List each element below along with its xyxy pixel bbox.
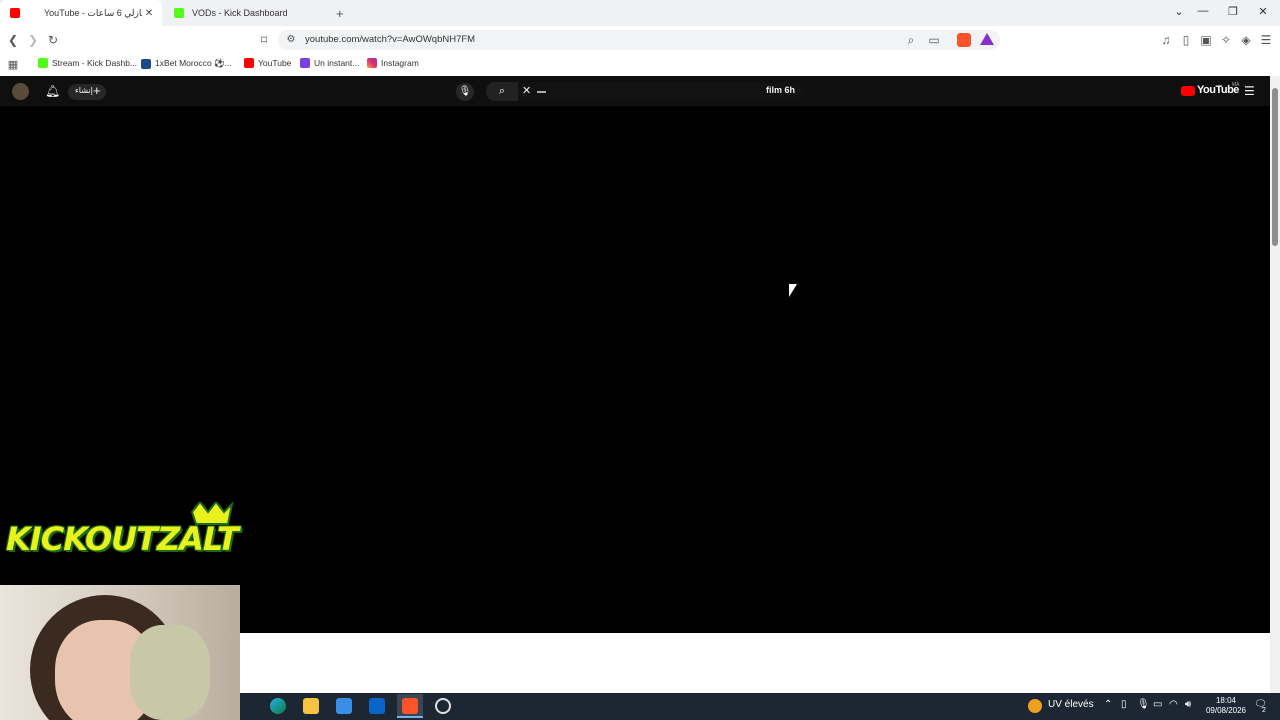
clock-date: 09/08/2026 bbox=[1205, 706, 1247, 715]
bookmark-label: YouTube bbox=[258, 58, 292, 68]
clear-search-icon[interactable]: ✕ bbox=[522, 84, 531, 97]
search-query: film 6h bbox=[765, 85, 795, 95]
restore-icon[interactable]: ❐ bbox=[1226, 5, 1240, 18]
notification-count: 2 bbox=[1262, 707, 1266, 714]
new-tab-button[interactable]: + bbox=[336, 6, 344, 21]
microphone-icon[interactable]: 🎙︎ bbox=[1137, 699, 1150, 710]
url-text[interactable]: youtube.com/watch?v=AwOWqbNH7FM bbox=[305, 34, 475, 45]
overlay-logo: KICKOUTZALT bbox=[2, 500, 239, 574]
search-button[interactable]: ⌕ bbox=[486, 82, 518, 101]
chevron-up-icon[interactable]: ⌃ bbox=[1104, 699, 1112, 710]
bookmark-1xbet[interactable]: 1xBet Morocco ⚽... bbox=[141, 58, 232, 69]
page-below-player bbox=[240, 633, 1270, 693]
keyboard-icon[interactable] bbox=[537, 91, 546, 93]
webcam-overlay bbox=[0, 585, 240, 720]
mouse-cursor-icon bbox=[789, 284, 797, 297]
wallet-icon[interactable]: ▣ bbox=[1198, 32, 1214, 48]
close-tab-icon[interactable]: ✕ bbox=[142, 8, 156, 19]
search-input[interactable]: ✕ film 6h bbox=[518, 82, 804, 101]
close-window-icon[interactable]: ✕ bbox=[1256, 5, 1270, 18]
edge-icon[interactable] bbox=[270, 698, 286, 714]
tab-title: VODs - Kick Dashboard bbox=[192, 8, 288, 18]
tab-title: YouTube - عد تنازلي 6 ساعات bbox=[44, 7, 142, 18]
network-icon[interactable]: ▯ bbox=[1121, 699, 1127, 710]
menu-icon[interactable]: ☰ bbox=[1258, 32, 1274, 48]
back-icon[interactable]: ❮ bbox=[5, 32, 21, 48]
tab-kick-dashboard[interactable]: VODs - Kick Dashboard bbox=[164, 0, 334, 26]
brave-icon[interactable] bbox=[402, 698, 418, 714]
sidebar-icon[interactable]: ▯ bbox=[1178, 32, 1194, 48]
youtube-logo-icon[interactable] bbox=[1181, 86, 1195, 96]
weather-icon[interactable] bbox=[1028, 699, 1042, 713]
bookmark-label: Instagram bbox=[381, 58, 419, 68]
youtube-icon bbox=[244, 58, 254, 68]
minimize-icon[interactable]: — bbox=[1196, 5, 1210, 17]
vpn-icon[interactable]: ◈ bbox=[1238, 32, 1254, 48]
youtube-region: MA bbox=[1232, 82, 1240, 88]
clock-time: 18:04 bbox=[1215, 696, 1237, 705]
wifi-icon[interactable]: ◠ bbox=[1169, 699, 1178, 710]
tab-search-icon[interactable]: ⌄ bbox=[1172, 5, 1186, 18]
bookmark-label: 1xBet Morocco ⚽... bbox=[155, 58, 232, 68]
tissue-shape bbox=[130, 625, 210, 720]
bookmark-un-instant[interactable]: Un instant... bbox=[300, 58, 359, 68]
instagram-icon bbox=[367, 58, 377, 68]
bookmark-kick-stream[interactable]: Stream - Kick Dashb... bbox=[38, 58, 137, 68]
cast-icon[interactable]: ▭ bbox=[926, 32, 942, 48]
obs-icon[interactable] bbox=[435, 698, 451, 714]
kick-icon bbox=[38, 58, 48, 68]
site-info-icon[interactable]: ⚙ bbox=[283, 32, 299, 48]
clock[interactable]: 18:04 09/08/2026 bbox=[1204, 696, 1248, 716]
zoom-icon[interactable]: ⌕ bbox=[903, 32, 919, 48]
bookmark-label: Un instant... bbox=[314, 58, 360, 68]
guide-menu-icon[interactable]: ☰ bbox=[1244, 84, 1255, 98]
overlay-logo-text: KICKOUTZALT bbox=[6, 520, 239, 558]
bookmark-youtube[interactable]: YouTube bbox=[244, 58, 291, 68]
create-label: إنشاء bbox=[75, 86, 93, 95]
file-explorer-icon[interactable] bbox=[303, 698, 319, 714]
kick-icon bbox=[174, 8, 184, 18]
forward-icon[interactable]: ❯ bbox=[25, 32, 41, 48]
reload-icon[interactable]: ↻ bbox=[45, 32, 61, 48]
display-icon[interactable]: ▭ bbox=[1153, 699, 1162, 710]
avatar[interactable] bbox=[12, 83, 29, 100]
volume-icon[interactable]: 🔊︎ bbox=[1185, 699, 1191, 710]
app-icon bbox=[300, 58, 310, 68]
brave-rewards-icon[interactable] bbox=[980, 33, 994, 45]
weather-text[interactable]: UV élevés bbox=[1048, 699, 1094, 710]
bookmark-icon[interactable]: ⌑ bbox=[256, 32, 272, 48]
voice-search-icon[interactable]: 🎙︎ bbox=[456, 83, 474, 101]
youtube-icon bbox=[10, 8, 20, 18]
media-icon[interactable]: ♫ bbox=[1158, 32, 1174, 48]
brave-shields-icon[interactable] bbox=[957, 33, 971, 47]
tab-youtube[interactable]: YouTube - عد تنازلي 6 ساعات ✕ bbox=[0, 0, 162, 26]
notifications-bell-icon[interactable]: 🔔︎ bbox=[45, 84, 60, 98]
apps-grid-icon[interactable]: ▦ bbox=[5, 57, 21, 73]
bookmarks-bar: ▦ Stream - Kick Dashb... 1xBet Morocco ⚽… bbox=[0, 54, 1280, 76]
outlook-icon[interactable] bbox=[369, 698, 385, 714]
bookmark-label: Stream - Kick Dashb... bbox=[52, 58, 138, 68]
bookmark-instagram[interactable]: Instagram bbox=[367, 58, 419, 68]
1xbet-icon bbox=[141, 58, 151, 69]
tab-strip: YouTube - عد تنازلي 6 ساعات ✕ VODs - Kic… bbox=[0, 0, 1280, 26]
scrollbar-thumb[interactable] bbox=[1272, 88, 1278, 246]
store-icon[interactable] bbox=[336, 698, 352, 714]
plus-icon: + bbox=[93, 83, 101, 98]
leo-icon[interactable]: ✧ bbox=[1218, 32, 1234, 48]
create-button[interactable]: إنشاء + bbox=[68, 83, 106, 100]
